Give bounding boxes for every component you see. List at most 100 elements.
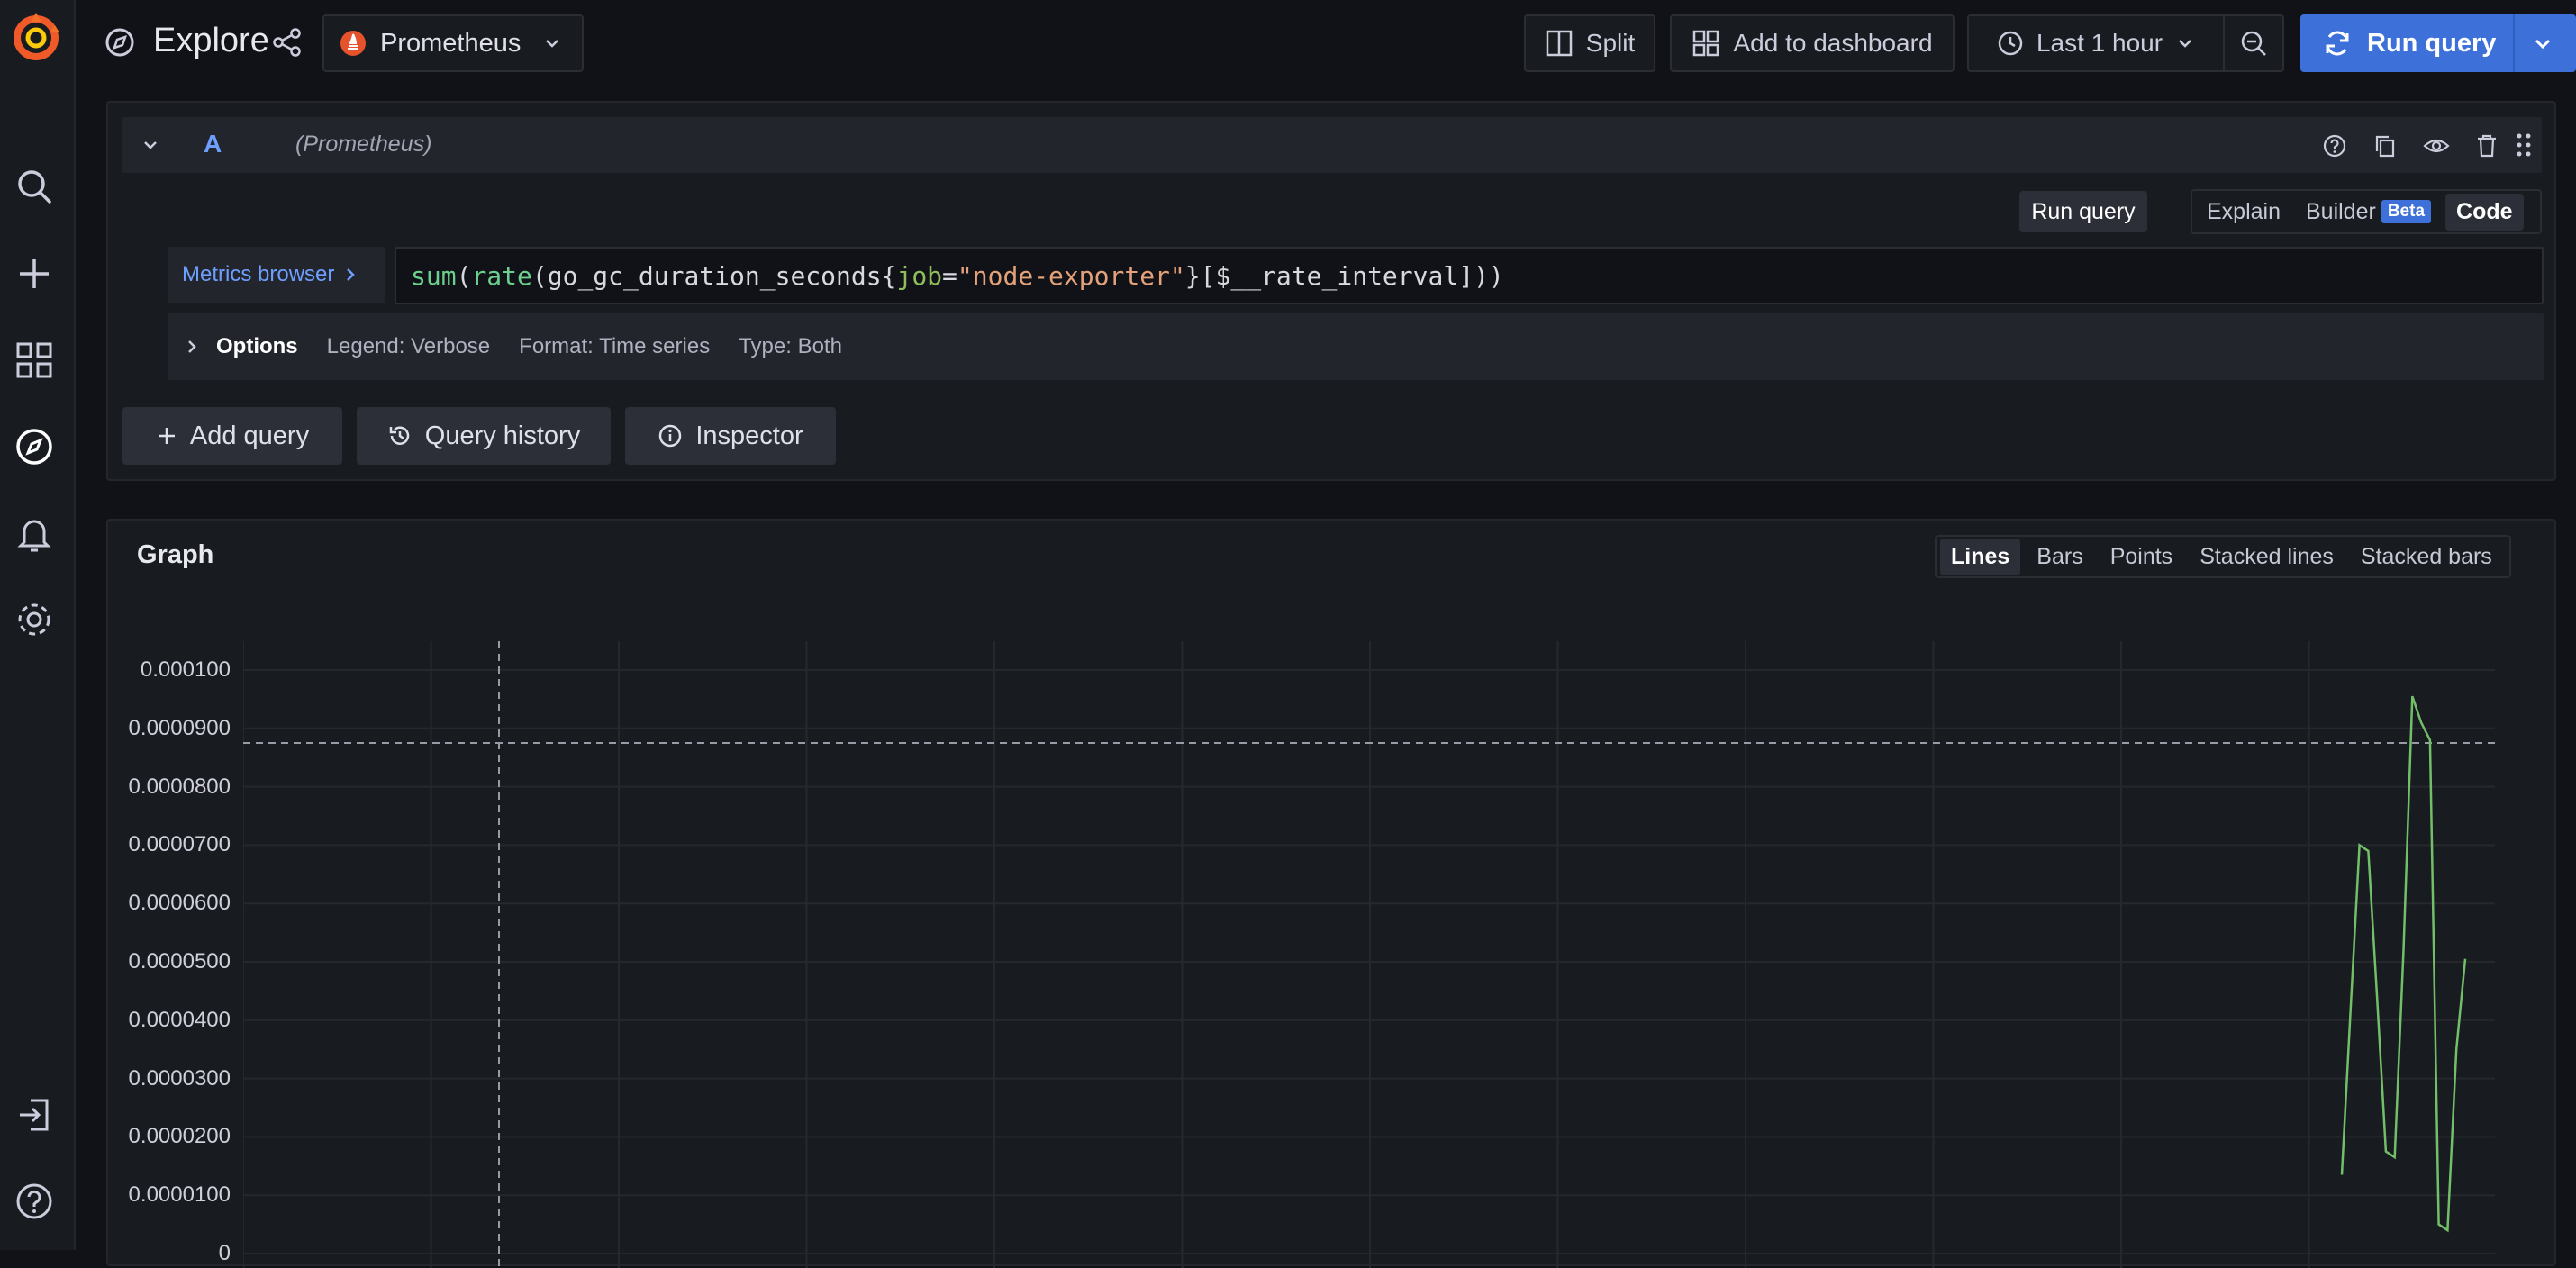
y-tick-label: 0 [218, 1241, 231, 1265]
inspector-button[interactable]: Inspector [625, 407, 836, 465]
eye-icon[interactable] [2423, 133, 2450, 158]
datasource-name: Prometheus [380, 28, 522, 58]
add-query-label: Add query [189, 421, 310, 450]
sign-in-icon[interactable] [14, 1095, 54, 1135]
expr-brace: } [1184, 260, 1201, 291]
split-label: Split [1585, 29, 1636, 57]
mode-builder[interactable]: Builder Beta [2295, 194, 2442, 231]
add-to-dashboard-label: Add to dashboard [1733, 29, 1933, 57]
compass-icon [104, 27, 135, 58]
mode-explain[interactable]: Explain [2196, 194, 2291, 231]
expr-fn-sum: sum [411, 260, 457, 291]
y-tick-label: 0.0000800 [128, 774, 231, 799]
y-tick-label: 0.0000500 [128, 949, 231, 974]
options-type: Type: Both [739, 334, 842, 358]
options-label: Options [216, 334, 298, 358]
beta-badge: Beta [2381, 200, 2432, 223]
expr-label-name: job [896, 260, 943, 291]
y-tick-label: 0.000100 [140, 657, 231, 682]
bell-icon[interactable] [14, 513, 54, 553]
share-icon[interactable] [272, 27, 303, 58]
expr-brace: { [881, 260, 897, 291]
mode-builder-label: Builder [2306, 198, 2376, 224]
help-icon[interactable] [14, 1182, 54, 1221]
query-expression-input[interactable]: sum(rate(go_gc_duration_seconds{job = "nod… [395, 247, 2544, 304]
zoom-out-icon [2239, 29, 2268, 58]
metrics-browser-label: Metrics browser [182, 262, 335, 286]
history-icon [387, 423, 413, 448]
graph-view-modes: Lines Bars Points Stacked lines Stacked … [1935, 535, 2511, 578]
editor-mode-toggle: Explain Builder Beta Code [2191, 189, 2542, 234]
time-range-label: Last 1 hour [2036, 29, 2163, 57]
mode-stacked-lines[interactable]: Stacked lines [2189, 539, 2345, 575]
y-tick-label: 0.0000700 [128, 832, 231, 856]
series-line [2340, 695, 2467, 1233]
expr-close: )) [1474, 260, 1504, 291]
chevron-down-icon [2175, 33, 2195, 53]
sidebar [0, 0, 76, 1250]
explore-header: Explore Prometheus Split Add to dashboar… [76, 0, 2576, 86]
mode-bars[interactable]: Bars [2026, 539, 2093, 575]
collapse-chevron-icon[interactable] [141, 135, 160, 155]
y-tick-label: 0.0000600 [128, 891, 231, 915]
expr-eq: = [942, 260, 957, 291]
query-row-header: A (Prometheus) [122, 117, 2542, 173]
clock-icon [1997, 30, 2024, 57]
query-ref-id[interactable]: A [204, 130, 222, 158]
chevron-down-icon [542, 33, 562, 53]
plus-icon [156, 425, 177, 447]
datasource-picker[interactable]: Prometheus [322, 14, 584, 72]
mode-points[interactable]: Points [2100, 539, 2183, 575]
mode-code[interactable]: Code [2445, 193, 2524, 231]
query-history-label: Query history [424, 421, 581, 450]
expr-paren: ( [531, 260, 548, 291]
split-button[interactable]: Split [1524, 14, 1655, 72]
info-icon [658, 423, 683, 448]
y-tick-label: 0.0000200 [128, 1124, 231, 1148]
plus-icon[interactable] [14, 254, 54, 294]
refresh-icon [2322, 28, 2353, 59]
metrics-browser-button[interactable]: Metrics browser [168, 247, 385, 303]
split-icon [1545, 29, 1574, 58]
expr-metric: go_gc_duration_seconds [547, 260, 882, 291]
run-query-button[interactable]: Run query [2300, 14, 2576, 72]
gear-icon[interactable] [14, 600, 54, 639]
y-tick-label: 0.0000300 [128, 1066, 231, 1091]
expr-fn-rate: rate [471, 260, 532, 291]
grafana-logo-icon[interactable] [7, 7, 65, 65]
add-query-button[interactable]: Add query [122, 407, 342, 465]
dashboards-icon[interactable] [14, 340, 54, 380]
expr-paren: ( [456, 260, 472, 291]
dashboards-icon [1692, 29, 1720, 58]
prometheus-icon [339, 29, 367, 58]
compass-icon[interactable] [14, 427, 54, 466]
page-title: Explore [153, 22, 269, 59]
options-legend: Legend: Verbose [326, 334, 491, 358]
inline-run-query-button[interactable]: Run query [2019, 191, 2147, 232]
time-range-picker[interactable]: Last 1 hour [1967, 14, 2225, 72]
query-panel: A (Prometheus) Run query Explain Builder… [106, 101, 2556, 481]
options-row[interactable]: Options Legend: Verbose Format: Time ser… [168, 313, 2544, 380]
expr-range: [$__rate_interval] [1200, 260, 1474, 291]
drag-handle-icon[interactable] [2515, 131, 2533, 158]
mode-lines[interactable]: Lines [1940, 538, 2021, 575]
search-icon[interactable] [14, 167, 54, 206]
query-datasource-label: (Prometheus) [295, 131, 432, 157]
zoom-out-button[interactable] [2223, 14, 2284, 72]
run-query-label: Run query [2367, 28, 2497, 58]
chevron-down-icon[interactable] [2531, 32, 2554, 56]
expr-label-value: "node-exporter" [957, 260, 1185, 291]
help-icon[interactable] [2322, 133, 2347, 158]
graph-plot-area[interactable] [243, 641, 2495, 1268]
copy-icon[interactable] [2372, 133, 2398, 158]
graph-panel: Graph Lines Bars Points Stacked lines St… [106, 519, 2556, 1268]
mode-stacked-bars[interactable]: Stacked bars [2350, 539, 2503, 575]
options-format: Format: Time series [519, 334, 711, 358]
trash-icon[interactable] [2475, 133, 2499, 158]
add-to-dashboard-button[interactable]: Add to dashboard [1670, 14, 1955, 72]
query-history-button[interactable]: Query history [357, 407, 611, 465]
y-tick-label: 0.0000400 [128, 1008, 231, 1032]
chevron-right-icon [343, 266, 358, 284]
y-axis: 0.000100 0.0000900 0.0000800 0.0000700 0… [108, 521, 231, 1268]
chevron-right-icon [186, 338, 198, 356]
